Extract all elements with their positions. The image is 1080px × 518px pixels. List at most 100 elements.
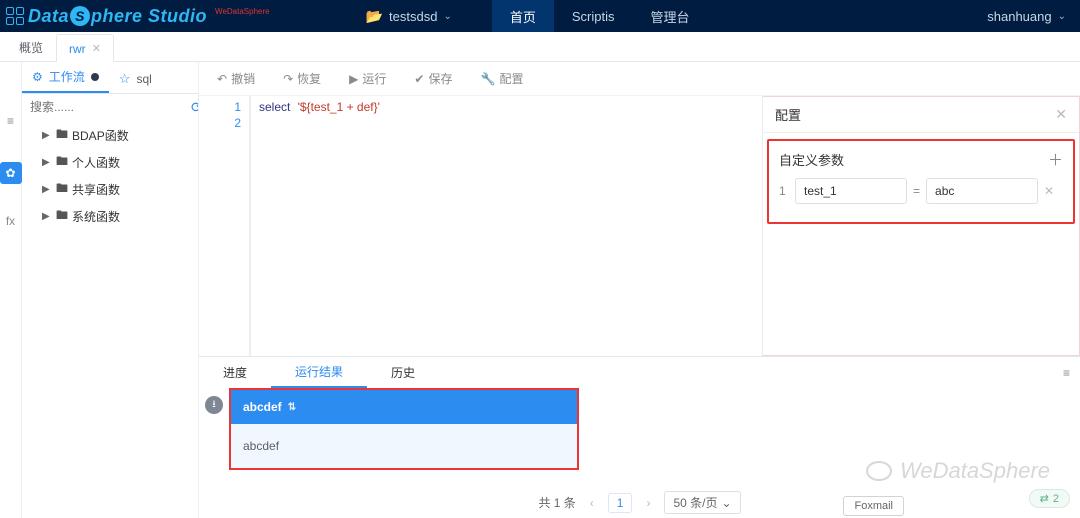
pager-total: 共 1 条: [538, 494, 575, 511]
param-key-input[interactable]: [795, 178, 907, 204]
project-name: testsdsd: [389, 9, 437, 24]
database-icon: ≡: [7, 114, 14, 128]
sidebar: ⚙ 工作流 ☆ sql ⟳ ▶🖿BDAP函数 ▶🖿个人函数 ▶🖿共享函数 ▶🖿系…: [22, 62, 198, 518]
delete-param-button[interactable]: ✕: [1044, 184, 1054, 198]
tab-progress[interactable]: 进度: [199, 357, 271, 388]
sidebar-subtabs: ⚙ 工作流 ☆ sql: [22, 62, 198, 94]
share-count: 2: [1053, 493, 1059, 505]
folder-icon: 🖿: [56, 179, 68, 200]
result-tabs: 进度 运行结果 历史 ≡: [199, 356, 1080, 388]
chevron-down-icon: ⌄: [722, 496, 732, 510]
nav-scriptis[interactable]: Scriptis: [554, 0, 633, 32]
nav-console[interactable]: 管理台: [632, 0, 707, 32]
search-input[interactable]: [28, 98, 187, 116]
caret-right-icon: ▶: [42, 184, 52, 195]
pager-current[interactable]: 1: [608, 493, 633, 513]
project-selector[interactable]: 📂 testsdsd ⌄: [366, 8, 452, 25]
add-param-button[interactable]: ＋: [1048, 149, 1063, 170]
apps-grid-icon: [6, 7, 24, 25]
function-tree: ▶🖿BDAP函数 ▶🖿个人函数 ▶🖿共享函数 ▶🖿系统函数: [22, 120, 198, 232]
tree-item-shared[interactable]: ▶🖿共享函数: [28, 176, 192, 203]
redo-icon: ↷: [283, 72, 293, 86]
code-string: '${test_1 + def}': [298, 100, 380, 114]
rail-functions[interactable]: ✿: [0, 162, 22, 184]
results-area: ⭳ abcdef ⇅ abcdef 共 1 条 ‹ 1 › 50 条/页⌄ Fo…: [199, 388, 1080, 518]
close-icon[interactable]: ✕: [1055, 106, 1067, 123]
rail-fx[interactable]: fx: [6, 214, 15, 228]
save-button[interactable]: ✔保存: [414, 70, 452, 87]
folder-icon: 🖿: [56, 152, 68, 173]
user-menu[interactable]: shanhuang ⌄: [973, 9, 1080, 24]
folder-icon: 🖿: [56, 125, 68, 146]
download-icon: ⭳: [212, 397, 216, 414]
undo-icon: ↶: [217, 72, 227, 86]
play-icon: ▶: [349, 72, 358, 86]
rail-database[interactable]: ≡: [0, 110, 22, 132]
main-area: ↶撤销 ↷恢复 ▶运行 ✔保存 🔧配置 1 2 select '${test_1…: [198, 62, 1080, 518]
caret-right-icon: ▶: [42, 211, 52, 222]
page-size-select[interactable]: 50 条/页⌄: [664, 491, 740, 514]
status-dot-icon: [91, 73, 99, 81]
subtab-workflow[interactable]: ⚙ 工作流: [22, 62, 109, 93]
config-panel-header: 配置 ✕: [763, 97, 1079, 133]
code-editor[interactable]: 1 2 select '${test_1 + def}' 配置 ✕ 自定义参数 …: [199, 96, 1080, 356]
logo[interactable]: Data S phere Studio WeDataSphere: [0, 6, 276, 27]
editor-gutter: 1 2: [199, 96, 251, 356]
chevron-down-icon: ⌄: [443, 11, 451, 22]
run-button[interactable]: ▶运行: [349, 70, 386, 87]
caret-right-icon: ▶: [42, 130, 52, 141]
logo-text: Data S phere Studio: [28, 6, 207, 27]
chevron-down-icon: ⌄: [1058, 11, 1066, 22]
left-rail: ≡ ✿ fx: [0, 62, 22, 518]
subtab-sql[interactable]: ☆ sql: [109, 65, 162, 93]
wechat-icon: [866, 461, 892, 481]
config-button[interactable]: 🔧配置: [480, 70, 523, 87]
param-index: 1: [779, 184, 789, 198]
custom-params-header: 自定义参数 ＋: [779, 147, 1063, 178]
param-row: 1 = ✕: [779, 178, 1063, 204]
redo-button[interactable]: ↷恢复: [283, 70, 321, 87]
close-icon[interactable]: ✕: [92, 42, 101, 55]
gear-icon: ✿: [5, 166, 15, 180]
caret-right-icon: ▶: [42, 157, 52, 168]
result-header[interactable]: abcdef ⇅: [231, 390, 577, 424]
pagination: 共 1 条 ‹ 1 › 50 条/页⌄: [199, 491, 1080, 514]
wedata-subtext: WeDataSphere: [215, 7, 270, 16]
result-table: abcdef ⇅ abcdef: [229, 388, 579, 470]
nav-home[interactable]: 首页: [492, 0, 554, 32]
config-panel-title: 配置: [775, 105, 801, 124]
top-bar: Data S phere Studio WeDataSphere 📂 tests…: [0, 0, 1080, 32]
pager-prev[interactable]: ‹: [590, 496, 594, 510]
tab-history[interactable]: 历史: [367, 357, 439, 388]
code-keyword: select: [259, 100, 290, 114]
tab-overview[interactable]: 概览: [6, 33, 56, 61]
share-pill[interactable]: ⇄ 2: [1029, 489, 1070, 508]
result-row[interactable]: abcdef: [231, 424, 577, 468]
tree-item-system[interactable]: ▶🖿系统函数: [28, 203, 192, 230]
share-icon: ⇄: [1040, 492, 1049, 505]
user-name: shanhuang: [987, 9, 1051, 24]
download-button[interactable]: ⭳: [205, 396, 223, 414]
foxmail-badge[interactable]: Foxmail: [843, 496, 904, 516]
star-icon: ☆: [119, 71, 131, 87]
tab-result[interactable]: 运行结果: [271, 357, 367, 388]
config-panel: 配置 ✕ 自定义参数 ＋ 1 = ✕: [762, 96, 1080, 356]
page-tabs: 概览 rwr ✕: [0, 32, 1080, 62]
check-icon: ✔: [414, 72, 424, 86]
param-value-input[interactable]: [926, 178, 1038, 204]
workflow-icon: ⚙: [32, 70, 43, 84]
editor-toolbar: ↶撤销 ↷恢复 ▶运行 ✔保存 🔧配置: [199, 62, 1080, 96]
undo-button[interactable]: ↶撤销: [217, 70, 255, 87]
equals-label: =: [913, 184, 920, 198]
sidebar-search: ⟳: [22, 94, 198, 120]
result-column-label: abcdef: [243, 400, 282, 414]
custom-params-block: 自定义参数 ＋ 1 = ✕: [767, 139, 1075, 224]
tab-rwr[interactable]: rwr ✕: [56, 34, 114, 62]
watermark: WeDataSphere: [866, 458, 1050, 484]
sort-icon[interactable]: ⇅: [288, 402, 296, 413]
tree-item-personal[interactable]: ▶🖿个人函数: [28, 149, 192, 176]
tree-item-bdap[interactable]: ▶🖿BDAP函数: [28, 122, 192, 149]
menu-icon[interactable]: ≡: [1063, 366, 1070, 380]
pager-next[interactable]: ›: [646, 496, 650, 510]
folder-open-icon: 📂: [366, 8, 383, 25]
